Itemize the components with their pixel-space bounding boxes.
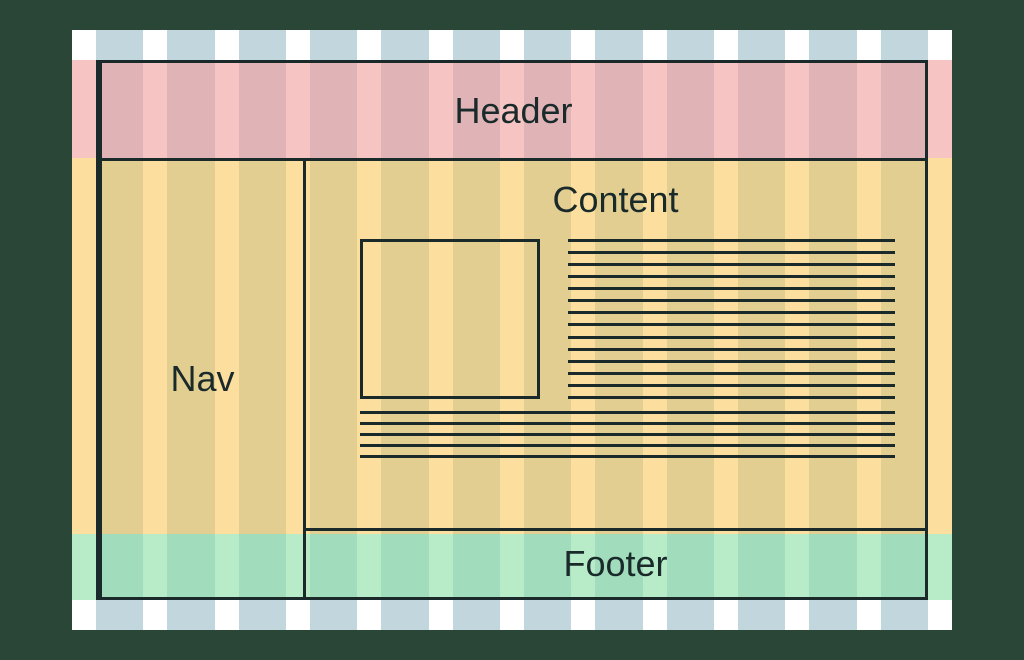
text-line (360, 444, 895, 447)
text-line (568, 360, 895, 363)
text-line (568, 348, 895, 351)
text-line (568, 275, 895, 278)
text-lines-block (568, 239, 895, 399)
text-line (568, 287, 895, 290)
header-label: Header (454, 90, 572, 132)
text-line (360, 455, 895, 458)
text-lines-full (360, 411, 895, 458)
nav-label: Nav (170, 358, 234, 400)
text-line (568, 323, 895, 326)
footer-label: Footer (563, 543, 667, 585)
page-layout: Header Nav Content (96, 60, 928, 600)
header-region: Header (99, 60, 928, 161)
layout-diagram: Header Nav Content (72, 30, 952, 630)
footer-region: Footer (303, 528, 928, 600)
text-line (568, 336, 895, 339)
nav-region: Nav (99, 158, 306, 600)
text-line (568, 299, 895, 302)
text-line (568, 251, 895, 254)
text-line (568, 311, 895, 314)
grid-row-gap (72, 600, 952, 630)
text-line (360, 433, 895, 436)
content-media-row (360, 239, 895, 399)
text-line (568, 372, 895, 375)
text-line (360, 411, 895, 414)
content-label: Content (552, 179, 678, 221)
grid-row-gap (72, 30, 952, 60)
text-line (568, 263, 895, 266)
text-line (568, 384, 895, 387)
content-body (306, 221, 925, 528)
content-region: Content (303, 158, 928, 531)
image-placeholder (360, 239, 540, 399)
text-line (360, 422, 895, 425)
text-line (568, 396, 895, 399)
text-line (568, 239, 895, 242)
